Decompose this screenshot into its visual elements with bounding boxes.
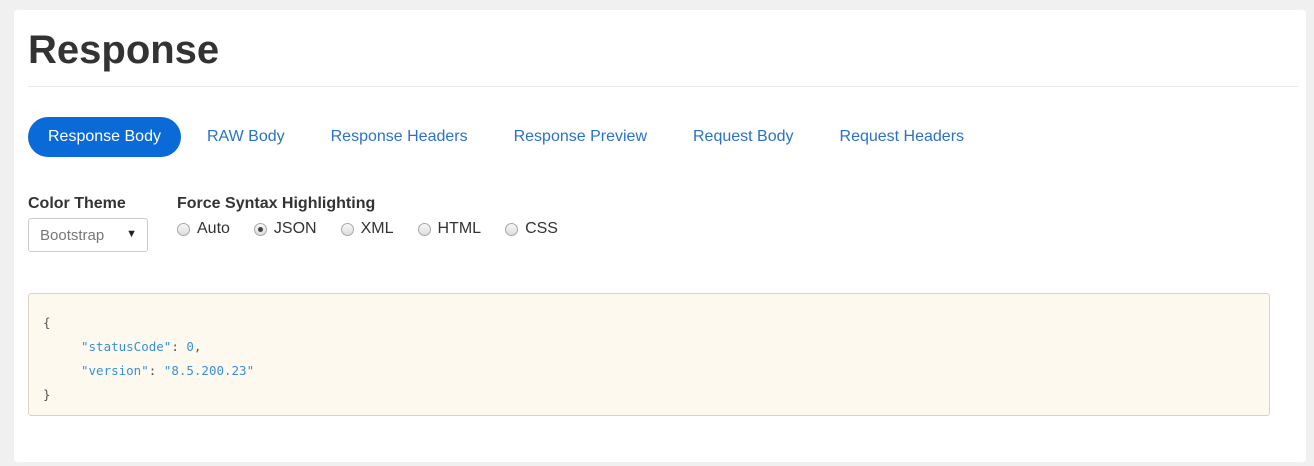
radio-label: XML bbox=[360, 220, 394, 237]
radio-json[interactable]: JSON bbox=[253, 220, 317, 238]
json-separator: : bbox=[171, 339, 187, 354]
color-theme-value: Bootstrap bbox=[40, 226, 105, 244]
radio-label: HTML bbox=[437, 220, 482, 237]
json-value: "8.5.200.23" bbox=[163, 363, 255, 378]
radio-auto[interactable]: Auto bbox=[177, 220, 230, 238]
radio-css[interactable]: CSS bbox=[505, 220, 558, 238]
radio-button[interactable] bbox=[177, 222, 190, 236]
json-value: 0 bbox=[186, 339, 194, 354]
json-key: "version" bbox=[81, 363, 149, 378]
radio-label: CSS bbox=[525, 220, 558, 237]
response-tabs: Response Body RAW Body Response Headers … bbox=[28, 117, 990, 157]
tab-request-body[interactable]: Request Body bbox=[673, 117, 814, 157]
response-body-code[interactable]: { "statusCode": 0, "version": "8.5.200.2… bbox=[28, 293, 1270, 416]
syntax-highlighting-group: Force Syntax Highlighting Auto JSON XML … bbox=[177, 194, 677, 238]
code-line: } bbox=[43, 383, 1255, 407]
json-comma: , bbox=[193, 339, 202, 354]
tab-raw-body[interactable]: RAW Body bbox=[187, 117, 305, 157]
json-key: "statusCode" bbox=[81, 339, 172, 354]
code-line: "statusCode": 0, bbox=[43, 335, 1255, 359]
radio-button[interactable] bbox=[340, 222, 354, 236]
json-close-brace: } bbox=[43, 387, 51, 402]
radio-button[interactable] bbox=[417, 222, 431, 236]
page-title: Response bbox=[28, 28, 220, 72]
radio-label: JSON bbox=[273, 220, 317, 237]
color-theme-label: Color Theme bbox=[28, 195, 126, 212]
radio-button[interactable] bbox=[505, 222, 519, 236]
response-panel: Response Response Body RAW Body Response… bbox=[14, 10, 1306, 462]
tab-request-headers[interactable]: Request Headers bbox=[820, 117, 985, 157]
json-separator: : bbox=[148, 363, 164, 378]
radio-label: Auto bbox=[197, 220, 230, 237]
color-theme-group: Color Theme Bootstrap ▼ bbox=[28, 194, 158, 252]
tab-response-preview[interactable]: Response Preview bbox=[494, 117, 667, 157]
syntax-highlighting-label: Force Syntax Highlighting bbox=[177, 195, 376, 212]
radio-button[interactable] bbox=[253, 222, 267, 236]
title-divider bbox=[28, 86, 1298, 87]
radio-xml[interactable]: XML bbox=[340, 220, 394, 238]
code-line: "version": "8.5.200.23" bbox=[43, 359, 1255, 383]
json-open-brace: { bbox=[43, 315, 51, 330]
tab-response-body[interactable]: Response Body bbox=[28, 117, 181, 157]
radio-html[interactable]: HTML bbox=[417, 220, 482, 238]
syntax-radio-group: Auto JSON XML HTML CSS bbox=[177, 220, 677, 238]
tab-response-headers[interactable]: Response Headers bbox=[311, 117, 488, 157]
dropdown-arrow-icon: ▼ bbox=[126, 228, 137, 240]
color-theme-select[interactable]: Bootstrap ▼ bbox=[28, 218, 148, 252]
code-line: { bbox=[43, 311, 1255, 335]
